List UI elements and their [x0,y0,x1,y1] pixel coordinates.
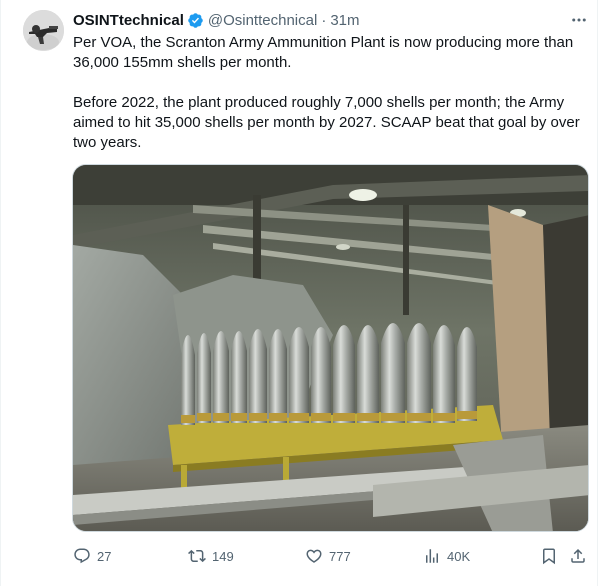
repost-icon [188,549,206,563]
tweet-actions: 27 149 777 40K [73,545,588,567]
repost-count: 149 [212,548,234,564]
views-icon [426,549,438,563]
reply-count: 27 [97,548,112,564]
share-button[interactable] [569,545,587,567]
tweet-media-image[interactable] [72,164,589,532]
tweet-header: OSINTtechnical @Osinttechnical · 31m [73,11,360,29]
display-name[interactable]: OSINTtechnical [73,12,184,29]
views-button[interactable]: 40K [423,545,470,567]
bookmark-icon [543,548,555,565]
share-icon [571,548,585,563]
tweet-paragraph: Per VOA, the Scranton Army Ammunition Pl… [73,34,574,71]
bookmark-button[interactable] [540,545,558,567]
avatar-image [23,10,64,51]
separator-dot: · [321,11,327,29]
like-count: 777 [329,548,351,564]
user-handle[interactable]: @Osinttechnical [208,12,317,29]
verified-badge-icon[interactable] [187,12,204,29]
reply-icon [74,548,90,564]
tweet-paragraph: Before 2022, the plant produced roughly … [73,94,580,151]
timeline-left-border [0,0,1,586]
more-icon[interactable] [568,9,590,31]
like-icon [306,549,322,563]
timestamp[interactable]: 31m [330,12,359,29]
views-count: 40K [447,548,471,564]
factory-shells-photo [73,165,588,531]
tweet-text: Per VOA, the Scranton Army Ammunition Pl… [73,33,588,153]
repost-button[interactable]: 149 [188,545,234,567]
like-button[interactable]: 777 [305,545,351,567]
avatar[interactable] [23,10,64,51]
reply-button[interactable]: 27 [73,545,111,567]
